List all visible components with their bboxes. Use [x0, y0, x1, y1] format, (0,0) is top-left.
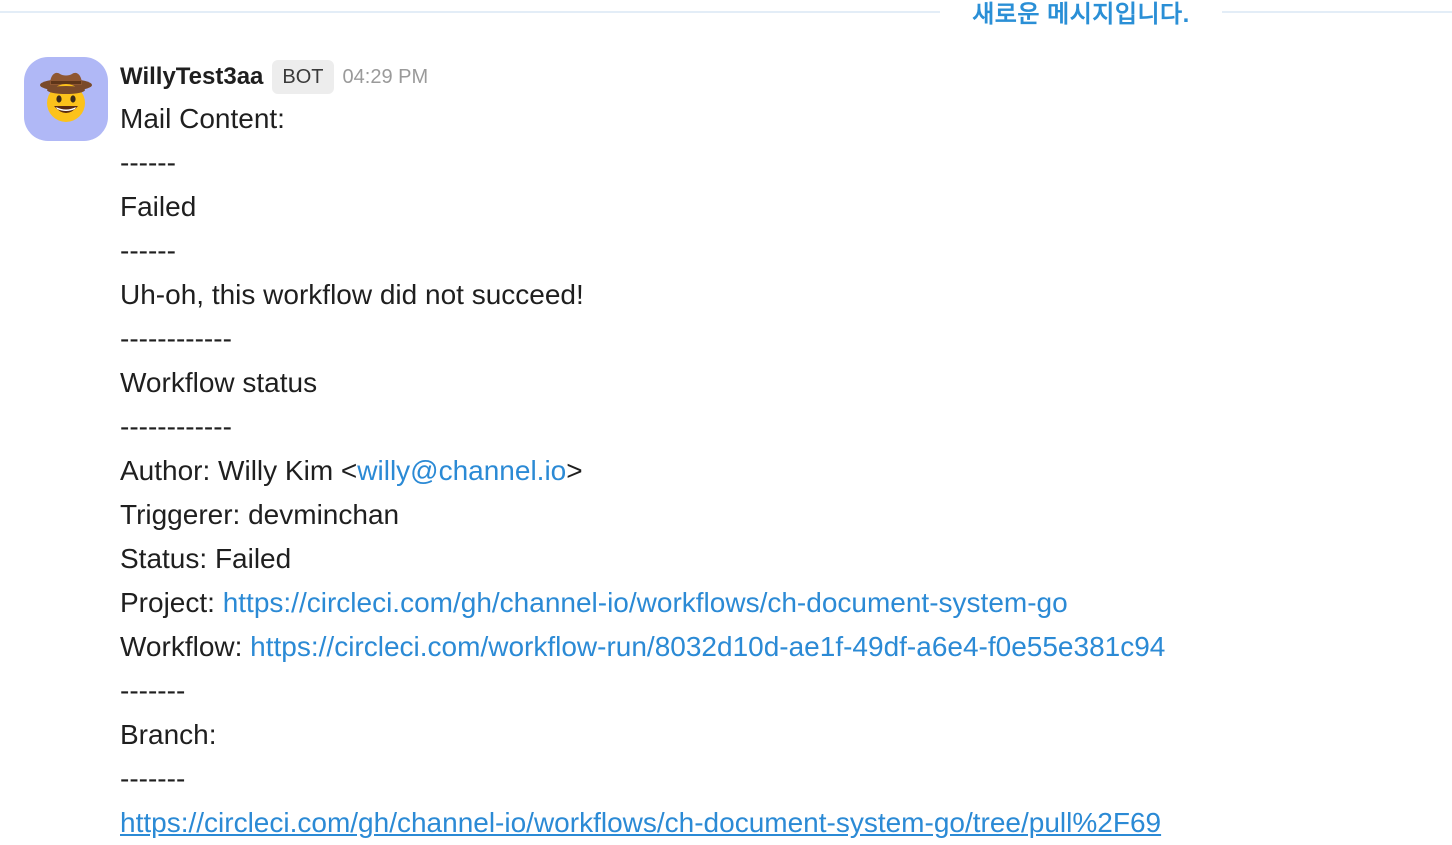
author-name[interactable]: WillyTest3aa	[120, 63, 263, 91]
cowboy-emoji-icon	[37, 68, 95, 131]
text-line: Mail Content:	[120, 103, 285, 134]
separator-line: -------	[120, 763, 186, 794]
divider-line-left	[0, 11, 940, 13]
author-email-link[interactable]: willy@channel.io	[357, 455, 566, 486]
text-line: Uh-oh, this workflow did not succeed!	[120, 279, 584, 310]
status-line: Status: Failed	[120, 543, 292, 574]
workflow-line: Workflow: https://circleci.com/workflow-…	[120, 625, 1440, 669]
text-line: Workflow status	[120, 367, 318, 398]
timestamp: 04:29 PM	[342, 65, 429, 88]
message-body: Mail Content: ------ Failed ------ Uh-oh…	[120, 97, 1440, 845]
separator-line: ------------	[120, 411, 232, 442]
project-line: Project: https://circleci.com/gh/channel…	[120, 581, 1440, 625]
message-header: WillyTest3aa BOT 04:29 PM	[120, 59, 428, 95]
workflow-link[interactable]: https://circleci.com/workflow-run/8032d1…	[250, 631, 1165, 662]
workflow-prefix: Workflow:	[120, 631, 251, 662]
bot-badge: BOT	[272, 60, 334, 94]
branch-line: Branch:	[120, 719, 217, 750]
project-prefix: Project:	[120, 587, 223, 618]
author-prefix: Author: Willy Kim <	[120, 455, 358, 486]
separator-line: ------	[120, 235, 176, 266]
new-messages-divider: 새로운 메시지입니다.	[0, 0, 1452, 28]
author-line: Author: Willy Kim <willy@channel.io>	[120, 449, 1440, 493]
divider-line-right	[1222, 11, 1452, 13]
branch-link[interactable]: https://circleci.com/gh/channel-io/workf…	[120, 807, 1161, 838]
separator-line: ------	[120, 147, 176, 178]
triggerer-line: Triggerer: devminchan	[120, 499, 400, 530]
avatar[interactable]	[24, 57, 108, 141]
text-line: Failed	[120, 191, 197, 222]
author-suffix: >	[566, 455, 583, 486]
separator-line: -------	[120, 675, 186, 706]
project-link[interactable]: https://circleci.com/gh/channel-io/workf…	[223, 587, 1068, 618]
new-messages-label: 새로운 메시지입니다.	[972, 1, 1190, 28]
branch-url-line: https://circleci.com/gh/channel-io/workf…	[120, 801, 1440, 845]
separator-line: ------------	[120, 323, 232, 354]
